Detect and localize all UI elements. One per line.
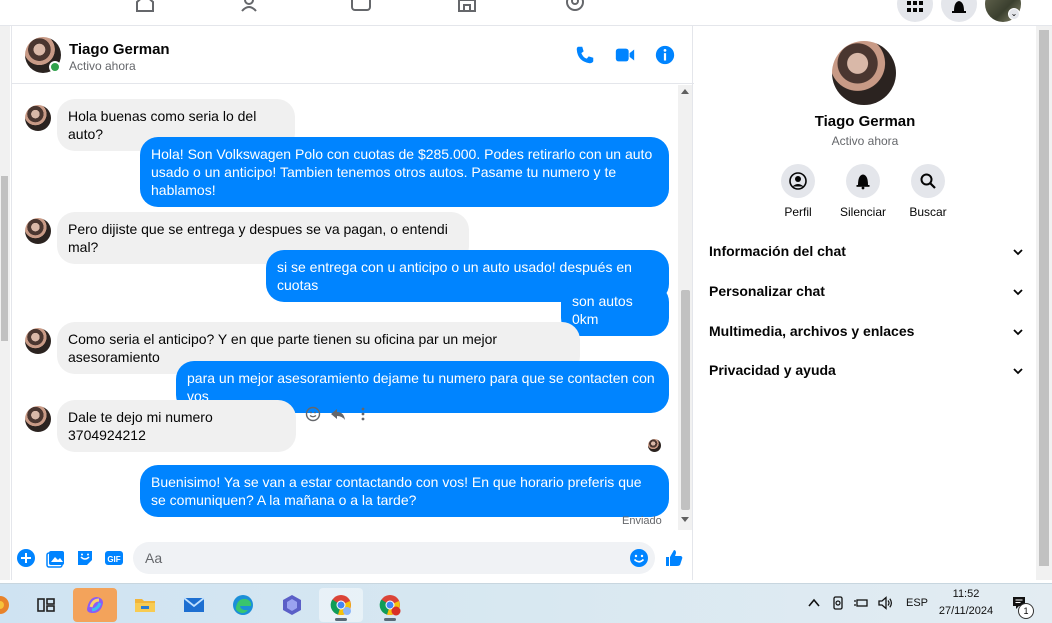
sender-avatar[interactable] [25,406,51,432]
teams-icon[interactable] [270,588,314,622]
marketplace-icon[interactable] [456,0,478,12]
page-scrollbar[interactable] [0,26,10,580]
contact-name[interactable]: Tiago German [69,41,170,58]
profile-icon [781,164,815,198]
speaker-volume-icon[interactable] [877,595,895,613]
chrome-profile-icon[interactable] [368,588,412,622]
sticker-icon[interactable] [75,548,95,568]
section-media-files-links[interactable]: Multimedia, archivos y enlaces [709,323,1024,343]
notification-count-badge: 1 [1018,603,1034,619]
section-title: Privacidad y ayuda [709,362,836,378]
contact-profile-photo[interactable] [832,41,896,105]
windows-taskbar: ESP 11:52 27/11/2024 1 [0,583,1052,623]
gif-icon[interactable]: GIF [104,548,124,568]
info-contact-status: Activo ahora [831,134,899,148]
video-icon[interactable] [350,0,372,12]
chrome-icon[interactable] [319,588,363,622]
copilot-icon[interactable] [73,588,117,622]
mute-label: Silenciar [839,205,887,219]
message-input[interactable] [133,542,655,574]
top-navigation-bar: ⌄ [0,0,1052,26]
notifications-bell-icon[interactable] [941,0,977,22]
browser-scrollbar[interactable] [1036,26,1052,580]
chevron-down-icon [1013,249,1023,256]
emoji-icon[interactable] [629,548,649,568]
bell-icon [846,164,880,198]
phone-call-icon[interactable] [574,44,598,68]
page-scrollbar-thumb[interactable] [1,176,8,341]
task-view-icon[interactable] [24,588,68,622]
section-chat-info[interactable]: Información del chat [709,243,1024,263]
seen-by-avatar [648,439,661,452]
groups-icon[interactable] [564,0,586,12]
message-incoming[interactable]: Dale te dejo mi numero 3704924212 [57,400,296,452]
message-outgoing[interactable]: son autos 0km [561,284,669,336]
chevron-down-icon [1013,289,1023,296]
input-language[interactable]: ESP [906,597,928,609]
edge-browser-icon[interactable] [221,588,265,622]
svg-text:GIF: GIF [107,555,120,564]
profile-label: Perfil [784,205,812,219]
running-app-indicator [384,618,396,621]
message-outgoing[interactable]: Hola! Son Volkswagen Polo con cuotas de … [140,137,669,207]
file-explorer-icon[interactable] [123,588,167,622]
profile-button[interactable]: Perfil [768,164,828,219]
chat-scrollbar[interactable] [678,85,692,530]
section-privacy-help[interactable]: Privacidad y ayuda [709,362,1024,382]
chat-panel: Tiago German Activo ahora Hola buenas co… [11,26,694,580]
search-label: Buscar [909,205,947,219]
message-sent-status: Enviado [622,515,662,527]
sender-avatar[interactable] [25,328,51,354]
chat-header: Tiago German Activo ahora [12,26,694,84]
device-icon[interactable] [830,595,848,613]
browser-scrollbar-thumb[interactable] [1039,30,1049,566]
menu-grid-icon[interactable] [897,0,933,22]
online-status-dot [49,61,61,73]
chevron-down-icon [1013,368,1023,375]
active-app-indicator [335,618,347,621]
chevron-down-icon[interactable]: ⌄ [1008,8,1020,20]
message-list: Hola buenas como seria lo del auto? Hola… [12,85,678,530]
photo-gallery-icon[interactable] [46,548,66,568]
clock-date[interactable]: 27/11/2024 [934,605,998,617]
chevron-up-icon[interactable] [806,595,824,613]
reply-icon[interactable] [330,406,348,424]
search-icon [911,164,945,198]
chevron-down-icon [1013,329,1023,336]
info-contact-name: Tiago German [814,113,916,130]
message-outgoing[interactable]: Buenisimo! Ya se van a estar contactando… [140,465,669,517]
info-icon[interactable] [654,44,678,68]
home-icon[interactable] [134,0,156,12]
section-title: Personalizar chat [709,283,825,299]
message-composer: GIF [12,538,694,578]
clock-time[interactable]: 11:52 [938,588,994,600]
more-options-icon[interactable] [355,406,373,424]
friends-icon[interactable] [241,0,263,12]
contact-status: Activo ahora [69,59,136,73]
mute-button[interactable]: Silenciar [833,164,893,219]
scroll-up-arrow-icon[interactable] [681,89,689,94]
section-title: Información del chat [709,243,846,259]
sender-avatar[interactable] [25,105,51,131]
section-customize-chat[interactable]: Personalizar chat [709,283,1024,303]
video-call-icon[interactable] [614,44,638,68]
conversation-info-panel: Tiago German Activo ahora Perfil Silenci… [694,26,1036,580]
section-title: Multimedia, archivos y enlaces [709,323,915,339]
start-widget-icon[interactable] [0,588,16,622]
react-emoji-icon[interactable] [305,406,323,424]
thumbs-up-icon[interactable] [664,548,684,568]
chat-scrollbar-thumb[interactable] [681,290,690,510]
sender-avatar[interactable] [25,218,51,244]
mail-icon[interactable] [172,588,216,622]
battery-plug-icon[interactable] [853,595,871,613]
scroll-down-arrow-icon[interactable] [681,517,689,522]
search-button[interactable]: Buscar [898,164,958,219]
plus-circle-icon[interactable] [16,548,36,568]
